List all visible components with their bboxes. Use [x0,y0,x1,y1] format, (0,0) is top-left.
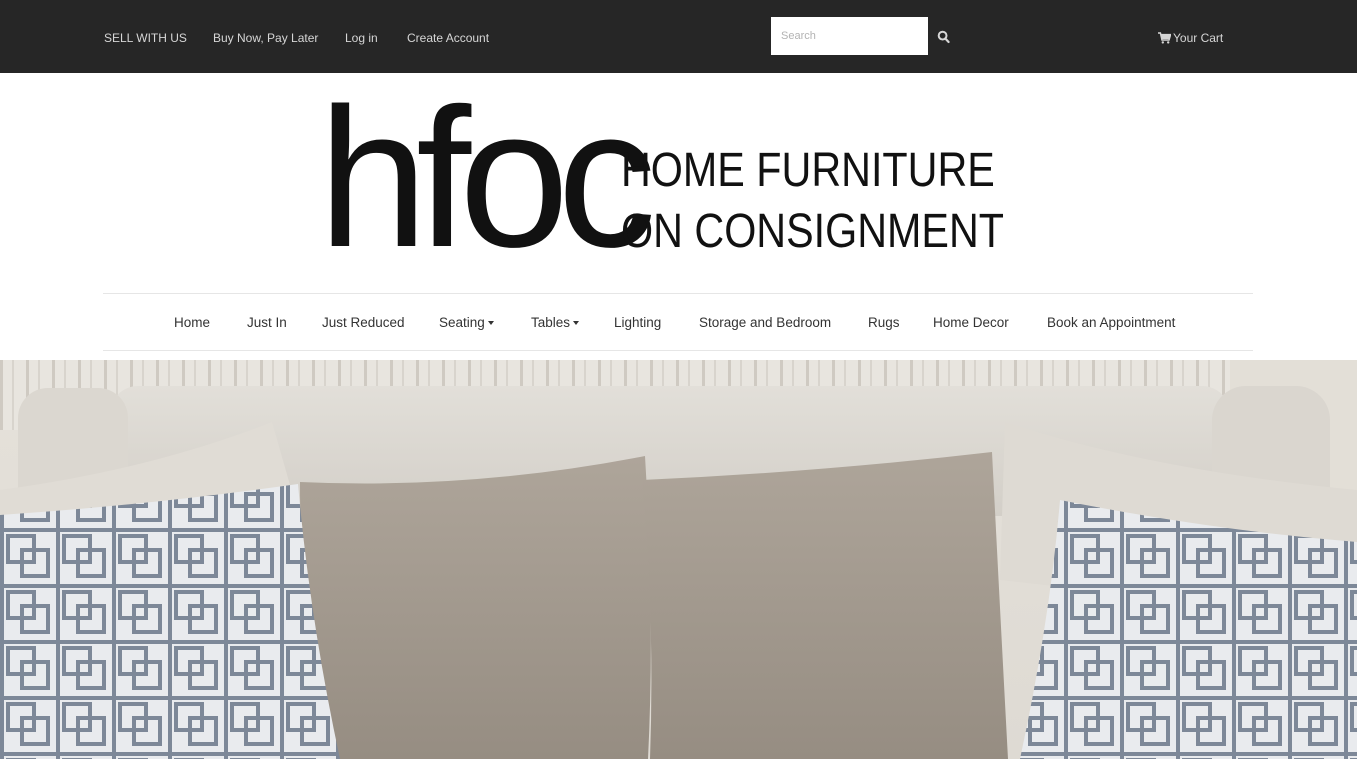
nav-item-label: Tables [531,315,571,330]
nav-item-rugs[interactable]: Rugs [868,314,900,332]
nav-item-just-in[interactable]: Just In [247,314,287,332]
hero-image [0,360,1357,759]
nav-item-label: Rugs [868,315,900,330]
nav-item-label: Storage and Bedroom [699,315,832,330]
nav-item-label: Home [174,315,211,330]
shopping-cart-icon [1158,32,1172,44]
search-input[interactable] [771,17,928,55]
sell-with-us-link[interactable]: SELL WITH US [104,30,187,46]
logo-line-home-furniture: HOME FURNITURE [621,144,995,197]
nav-item-label: Home Decor [933,315,1009,330]
nav-item-label: Seating [439,315,485,330]
nav-item-seating[interactable]: Seating [439,314,494,332]
nav-item-home-decor[interactable]: Home Decor [933,314,1009,332]
nav-item-lighting[interactable]: Lighting [614,314,661,332]
cart-label: Your Cart [1173,31,1224,45]
nav-item-label: Just Reduced [322,315,405,330]
search-icon[interactable] [937,29,951,45]
your-cart-link[interactable]: Your Cart [1158,30,1223,46]
nav-item-book-an-appointment[interactable]: Book an Appointment [1047,314,1175,332]
nav-item-tables[interactable]: Tables [531,314,580,332]
nav-item-just-reduced[interactable]: Just Reduced [322,314,405,332]
logo-mark: hfoc [318,67,656,288]
nav-item-label: Book an Appointment [1047,315,1176,330]
nav-divider-top [103,293,1253,294]
log-in-link[interactable]: Log in [345,30,378,46]
nav-item-label: Lighting [614,315,662,330]
caret-down-icon [573,321,580,325]
buy-now-pay-later-link[interactable]: Buy Now, Pay Later [213,30,318,46]
nav-item-label: Just In [247,315,287,330]
top-bar: SELL WITH US Buy Now, Pay Later Log in C… [0,0,1357,73]
nav-item-storage-and-bedroom[interactable]: Storage and Bedroom [699,314,831,332]
nav-divider-bottom [103,350,1253,351]
caret-down-icon [487,321,494,325]
logo-line-on-consignment: ON CONSIGNMENT [621,205,1004,258]
create-account-link[interactable]: Create Account [407,30,489,46]
nav-item-home[interactable]: Home [174,314,210,332]
